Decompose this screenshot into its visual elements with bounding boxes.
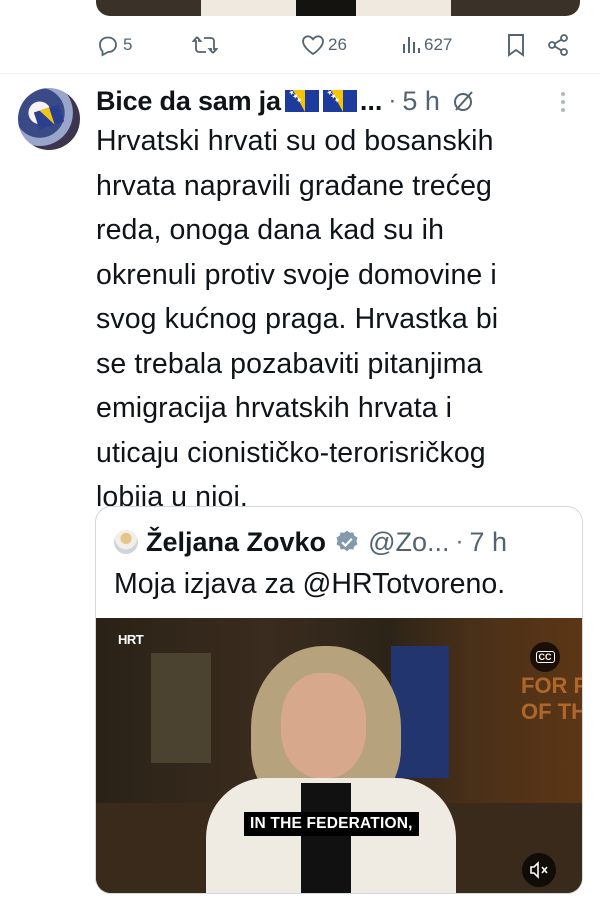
quoted-timestamp: 7 h xyxy=(469,526,508,557)
video-player[interactable]: FOR F OF TH HRT CC IN THE FEDERATION, xyxy=(96,618,582,893)
author-name[interactable]: Bice da sam ja xyxy=(96,86,281,117)
media-figure-shirt xyxy=(296,0,356,16)
tweet-body-line: uticaju cionističko-terorisričkog xyxy=(96,436,486,469)
view-count: 627 xyxy=(424,35,453,54)
bih-flag-emoji xyxy=(284,90,319,112)
like-button[interactable]: 26 xyxy=(301,34,347,56)
tweet-body-line: svog kućnog praga. Hrvastka bi xyxy=(96,303,499,335)
tweet-body-line: okrenuli protiv svoje domovine i xyxy=(96,258,497,291)
quoted-author-handle: @Zo... xyxy=(368,526,450,557)
more-options-icon[interactable] xyxy=(561,92,565,112)
bih-flag-emoji xyxy=(322,90,357,112)
tweet-body-line: hrvata napravili građane trećeg xyxy=(96,169,493,202)
repost-icon xyxy=(192,36,218,54)
quoted-tweet[interactable]: Željana Zovko @Zo... · 7 h Moja izjava z… xyxy=(95,506,583,894)
tweet-body-line: se trebala pozabaviti pitanjima xyxy=(96,347,483,380)
video-caption: IN THE FEDERATION, xyxy=(244,812,419,836)
reply-icon xyxy=(99,36,117,57)
quoted-author-name: Željana Zovko xyxy=(146,526,327,557)
speaker-shirt xyxy=(301,783,351,893)
views-icon xyxy=(403,37,420,53)
bookmark-icon xyxy=(508,34,524,57)
tweet-body-line: reda, onoga dana kad su ih xyxy=(96,214,445,246)
like-count: 26 xyxy=(328,35,347,54)
reply-count: 5 xyxy=(123,35,133,54)
previous-post-action-bar: 5 26 627 xyxy=(96,28,572,62)
quoted-author-avatar xyxy=(114,530,138,554)
heart-icon xyxy=(302,35,324,56)
share-icon xyxy=(548,34,568,56)
name-truncation: ... xyxy=(359,85,383,116)
hrt-logo: HRT xyxy=(118,632,144,647)
mute-button[interactable] xyxy=(522,853,556,887)
speaker-muted-icon xyxy=(530,861,548,879)
speaker-face xyxy=(281,673,366,778)
grok-icon[interactable] xyxy=(452,89,476,113)
quoted-header-separator: · xyxy=(455,528,464,555)
views-button[interactable]: 627 xyxy=(401,35,452,55)
previous-post-media[interactable] xyxy=(96,0,580,16)
tweet-body-line: emigracija hrvatskih hrvata i xyxy=(96,392,453,424)
quoted-tweet-text: Moja izjava za @HRTotvoreno. xyxy=(114,568,506,600)
share-button[interactable] xyxy=(547,33,569,57)
author-avatar[interactable] xyxy=(18,88,80,150)
post-divider xyxy=(0,73,600,74)
reply-button[interactable]: 5 xyxy=(96,33,132,57)
video-background-text: FOR F OF TH xyxy=(521,673,582,724)
tweet-header: Bice da sam ja ... · 5 h xyxy=(96,84,586,118)
closed-captions-button[interactable]: CC xyxy=(530,642,560,672)
avatar-flag-graphic xyxy=(33,104,65,130)
tweet-body: Hrvatski hrvati su od bosanskih hrvata n… xyxy=(96,119,576,520)
bookmark-button[interactable] xyxy=(506,33,526,57)
video-background-window xyxy=(151,653,211,763)
cc-icon: CC xyxy=(535,651,555,663)
verified-badge-icon xyxy=(334,529,360,555)
header-separator: · xyxy=(388,87,397,114)
tweet-timestamp[interactable]: 5 h xyxy=(402,86,440,117)
quoted-tweet-header: Željana Zovko @Zo... · 7 h xyxy=(114,527,507,557)
repost-button[interactable] xyxy=(192,33,218,57)
tweet-body-line: Hrvatski hrvati su od bosanskih xyxy=(96,125,494,157)
